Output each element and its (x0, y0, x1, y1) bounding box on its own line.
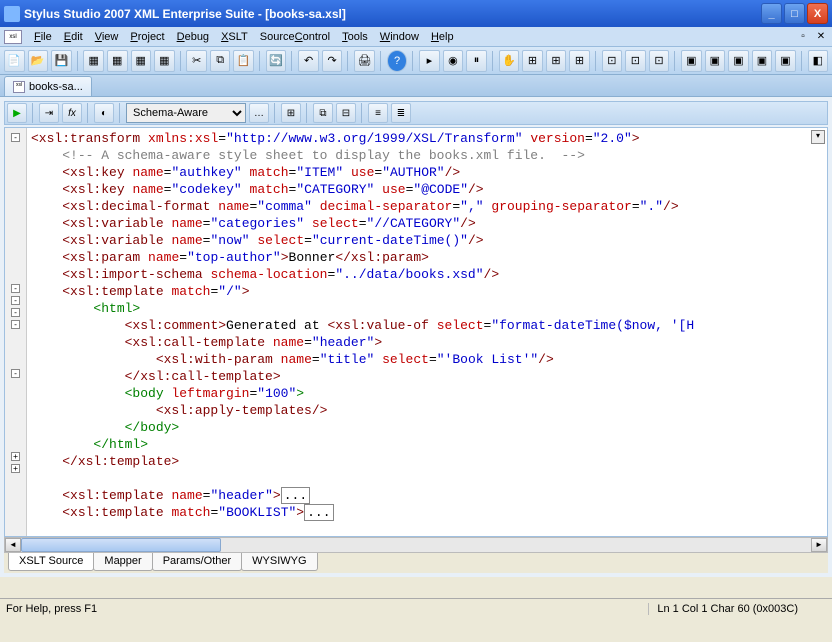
doc-tab-books[interactable]: xsl books-sa... (4, 76, 92, 96)
paste-button[interactable]: 📋 (233, 50, 254, 72)
etb-btn-6[interactable]: ⊞ (281, 103, 301, 123)
copy-button[interactable]: ⧉ (210, 50, 231, 72)
tb-btn-5[interactable]: ▦ (107, 50, 128, 72)
etb-btn-2[interactable]: ⇥ (39, 103, 59, 123)
code-text[interactable]: <xsl:transform xmlns:xsl="http://www.w3.… (27, 128, 827, 536)
system-menu-icon[interactable]: xsl (4, 30, 22, 44)
editor-area: ▶ ⇥ fx ◐ Schema-Aware … ⊞ ⧉ ⊟ ≡ ≣ ▾ - - … (0, 97, 832, 577)
etb-btn-4[interactable]: ◐ (94, 103, 114, 123)
horizontal-scrollbar[interactable]: ◄ ► (4, 537, 828, 553)
menu-sourcecontrol[interactable]: SourceControl (254, 29, 336, 45)
tb-btn-7[interactable]: ▦ (154, 50, 175, 72)
menu-project[interactable]: Project (124, 29, 170, 45)
fold-toggle[interactable]: - (11, 284, 20, 293)
tab-xslt-source[interactable]: XSLT Source (8, 553, 94, 571)
tb-btn-22[interactable]: ⊞ (569, 50, 590, 72)
app-icon (4, 6, 20, 22)
scroll-left-button[interactable]: ◄ (5, 538, 21, 552)
mdi-close-icon[interactable]: ✕ (814, 30, 828, 44)
tb-btn-27[interactable]: ▣ (705, 50, 726, 72)
document-tabs: xsl books-sa... (0, 75, 832, 97)
minimize-button[interactable]: _ (761, 3, 782, 24)
tb-btn-24[interactable]: ⊡ (625, 50, 646, 72)
menu-xslt[interactable]: XSLT (215, 29, 254, 45)
etb-btn-7[interactable]: ⧉ (313, 103, 333, 123)
tb-hand-button[interactable]: ✋ (499, 50, 520, 72)
redo-button[interactable]: ↷ (322, 50, 343, 72)
menu-view[interactable]: View (89, 29, 125, 45)
tb-btn-26[interactable]: ▣ (681, 50, 702, 72)
align-center-button[interactable]: ≣ (391, 103, 411, 123)
tb-btn-29[interactable]: ▣ (752, 50, 773, 72)
tb-btn-23[interactable]: ⊡ (602, 50, 623, 72)
status-help-text: For Help, press F1 (6, 603, 648, 615)
menu-file[interactable]: File (28, 29, 58, 45)
mdi-restore-icon[interactable]: ▫ (796, 30, 810, 44)
open-button[interactable]: 📂 (28, 50, 49, 72)
fold-toggle[interactable]: + (11, 464, 20, 473)
menu-help[interactable]: Help (425, 29, 460, 45)
scenario-select[interactable]: Schema-Aware (126, 103, 246, 123)
cut-button[interactable]: ✂ (186, 50, 207, 72)
new-button[interactable]: 📄 (4, 50, 25, 72)
etb-btn-8[interactable]: ⊟ (336, 103, 356, 123)
tb-btn-28[interactable]: ▣ (728, 50, 749, 72)
fold-toggle[interactable]: - (11, 369, 20, 378)
title-bar: Stylus Studio 2007 XML Enterprise Suite … (0, 0, 832, 27)
save-button[interactable]: 💾 (51, 50, 72, 72)
menu-debug[interactable]: Debug (171, 29, 215, 45)
fold-toggle[interactable]: + (11, 452, 20, 461)
scroll-thumb[interactable] (21, 538, 221, 552)
tb-btn-21[interactable]: ⊞ (546, 50, 567, 72)
scroll-right-button[interactable]: ► (811, 538, 827, 552)
undo-button[interactable]: ↶ (298, 50, 319, 72)
scenario-browse-button[interactable]: … (249, 103, 269, 123)
fold-gutter: - - - - - - + + (5, 128, 27, 536)
tb-btn-25[interactable]: ⊡ (649, 50, 670, 72)
fold-toggle[interactable]: - (11, 308, 20, 317)
editor-toolbar: ▶ ⇥ fx ◐ Schema-Aware … ⊞ ⧉ ⊟ ≡ ≣ (4, 101, 828, 125)
tab-wysiwyg[interactable]: WYSIWYG (241, 553, 317, 571)
debug-stop-button[interactable]: ◉ (443, 50, 464, 72)
run-button[interactable]: ▶ (7, 103, 27, 123)
refresh-button[interactable]: 🔄 (266, 50, 287, 72)
view-tabs: XSLT Source Mapper Params/Other WYSIWYG (4, 553, 828, 573)
doc-tab-label: books-sa... (29, 81, 83, 93)
tab-mapper[interactable]: Mapper (93, 553, 152, 571)
menu-tools[interactable]: Tools (336, 29, 374, 45)
tb-btn-30[interactable]: ▣ (775, 50, 796, 72)
fold-toggle[interactable]: - (11, 296, 20, 305)
close-button[interactable]: X (807, 3, 828, 24)
menu-bar: xsl File Edit View Project Debug XSLT So… (0, 27, 832, 47)
menu-edit[interactable]: Edit (58, 29, 89, 45)
main-toolbar: 📄 📂 💾 ▦ ▦ ▦ ▦ ✂ ⧉ 📋 🔄 ↶ ↷ 🖨 ? ▸ ◉ ⏸ ✋ ⊞ … (0, 47, 832, 75)
debug-run-button[interactable]: ▸ (419, 50, 440, 72)
print-button[interactable]: 🖨 (354, 50, 375, 72)
tb-btn-31[interactable]: ◧ (808, 50, 829, 72)
status-position: Ln 1 Col 1 Char 60 (0x003C) (648, 603, 806, 615)
menu-window[interactable]: Window (374, 29, 425, 45)
editor-options-dropdown[interactable]: ▾ (811, 130, 825, 144)
tb-btn-20[interactable]: ⊞ (522, 50, 543, 72)
code-editor[interactable]: ▾ - - - - - - + + <xsl:transform xmlns:x… (4, 127, 828, 537)
help-button[interactable]: ? (387, 50, 408, 72)
xsl-file-icon: xsl (13, 81, 25, 93)
tab-params[interactable]: Params/Other (152, 553, 242, 571)
window-title: Stylus Studio 2007 XML Enterprise Suite … (24, 7, 761, 21)
align-left-button[interactable]: ≡ (368, 103, 388, 123)
tb-btn-6[interactable]: ▦ (131, 50, 152, 72)
fold-toggle[interactable]: - (11, 133, 20, 142)
fold-toggle[interactable]: - (11, 320, 20, 329)
maximize-button[interactable]: □ (784, 3, 805, 24)
status-bar: For Help, press F1 Ln 1 Col 1 Char 60 (0… (0, 598, 832, 618)
etb-btn-3[interactable]: fx (62, 103, 82, 123)
debug-pause-button[interactable]: ⏸ (466, 50, 487, 72)
tb-btn-4[interactable]: ▦ (83, 50, 104, 72)
